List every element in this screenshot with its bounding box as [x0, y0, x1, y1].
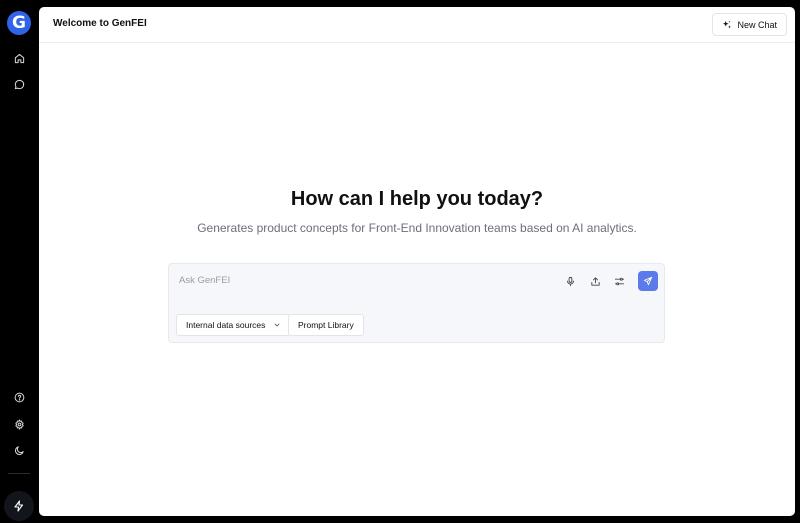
new-chat-button[interactable]: New Chat	[712, 13, 787, 36]
help-circle-icon[interactable]	[11, 389, 27, 405]
sidebar-divider	[8, 473, 30, 474]
hero-title: How can I help you today?	[290, 188, 544, 210]
prompt-library-label: Prompt Library	[298, 320, 354, 330]
send-icon	[643, 276, 653, 286]
data-source-label: Internal data sources	[186, 320, 266, 330]
prompt-composer: Internal data sources Prompt Library	[168, 263, 665, 343]
send-button[interactable]	[638, 271, 658, 291]
prompt-library-button[interactable]: Prompt Library	[288, 314, 364, 336]
chat-bubble-icon[interactable]	[11, 76, 27, 92]
new-chat-label: New Chat	[737, 19, 777, 30]
sliders-icon[interactable]	[611, 273, 627, 289]
moon-icon[interactable]	[11, 442, 27, 458]
page-title: Welcome to GenFEI	[53, 18, 147, 29]
app-window: G Welcome to GenFEI New Chat How can I h…	[0, 0, 800, 523]
internal-data-sources-dropdown[interactable]: Internal data sources	[176, 314, 292, 336]
lightning-bolt-icon[interactable]	[4, 491, 34, 521]
genfei-logo[interactable]: G	[7, 11, 31, 35]
hero-subtitle: Generates product concepts for Front-End…	[197, 221, 637, 235]
home-icon[interactable]	[11, 50, 27, 66]
sparkle-icon	[723, 20, 732, 28]
microphone-icon[interactable]	[562, 273, 578, 289]
prompt-input[interactable]	[177, 271, 547, 289]
settings-gear-icon[interactable]	[11, 416, 27, 432]
upload-icon[interactable]	[587, 273, 603, 289]
sidebar: G	[0, 0, 38, 523]
chevron-down-icon	[274, 323, 280, 327]
top-bar: Welcome to GenFEI New Chat	[39, 7, 795, 43]
main-panel: Welcome to GenFEI New Chat How can I hel…	[39, 7, 795, 516]
